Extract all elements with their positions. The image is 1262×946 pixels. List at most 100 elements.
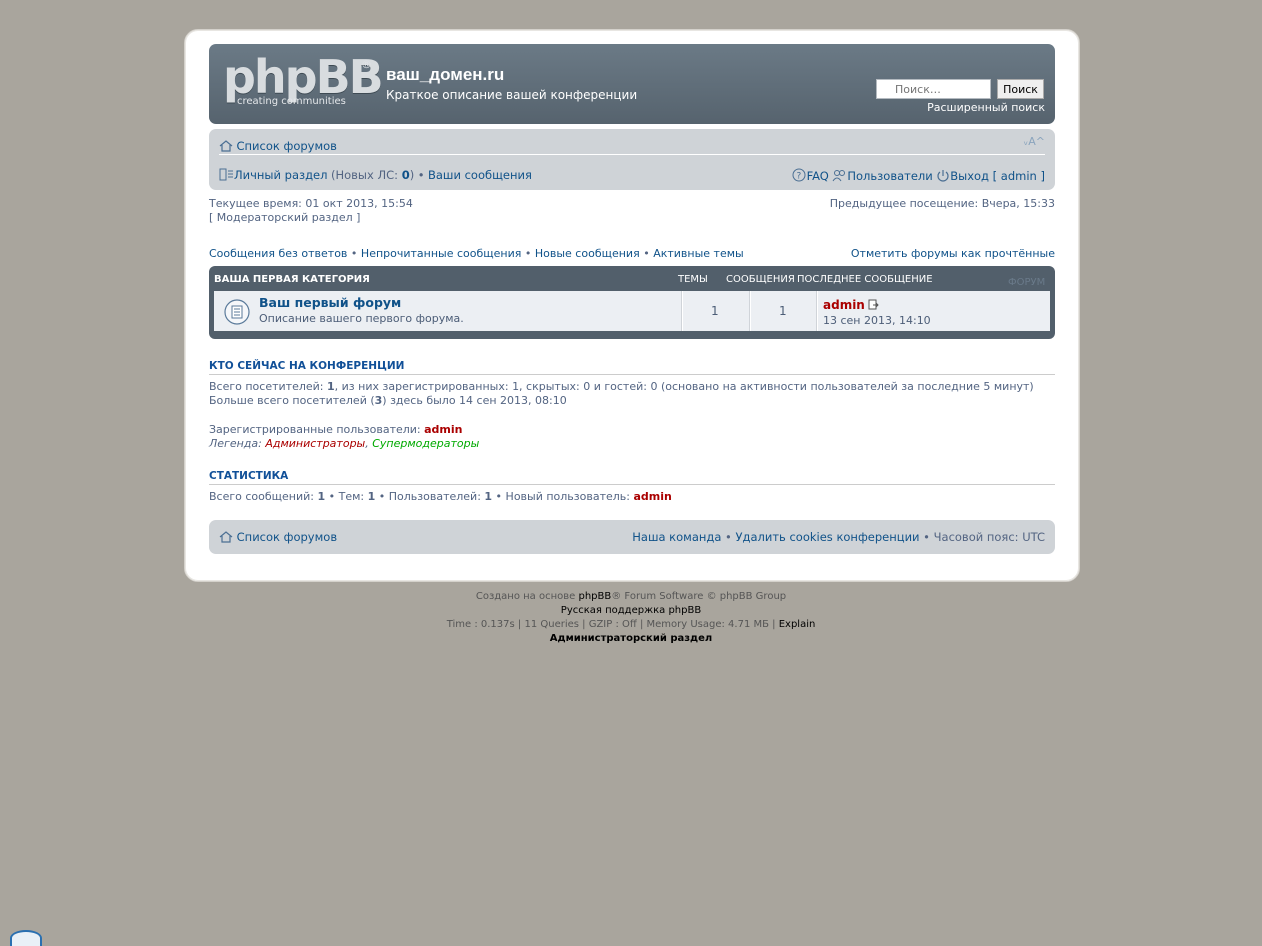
category-title[interactable]: Ваша первая категория <box>214 274 370 285</box>
search-input[interactable] <box>876 79 991 99</box>
online-line1-a: Всего посетителей: <box>209 380 327 393</box>
site-title[interactable]: ваш_домен.ru <box>386 65 504 85</box>
page-wrapper: phpBB ® creating communities ваш_домен.r… <box>184 29 1080 582</box>
unanswered-link[interactable]: Сообщения без ответов <box>209 247 347 260</box>
quick-links: Сообщения без ответов • Непрочитанные со… <box>209 247 1055 261</box>
acp-link[interactable]: Администраторский раздел <box>550 633 712 644</box>
stats-users-label: • Пользователей: <box>375 490 485 503</box>
separator: • <box>919 530 934 544</box>
site-header: phpBB ® creating communities ваш_домен.r… <box>209 44 1055 124</box>
footer-forum-index-link[interactable]: Список форумов <box>237 530 337 544</box>
online-users: Зарегистрированные пользователи: admin Л… <box>209 423 1055 451</box>
column-posts: Сообщения <box>726 274 795 285</box>
active-topics-link[interactable]: Активные темы <box>653 247 744 260</box>
copyright-line1-a: Создано на основе <box>475 591 579 602</box>
navbar-right-links: ? FAQ Пользователи Выход [ admin ] <box>792 168 1045 183</box>
logo-tagline: creating communities <box>237 96 346 107</box>
team-link[interactable]: Наша команда <box>632 530 721 544</box>
last-post-date: 13 сен 2013, 14:10 <box>823 314 931 327</box>
who-is-online-section: Кто сейчас на конференции Всего посетите… <box>209 360 1055 451</box>
debug-info: Time : 0.137s | 11 Queries | GZIP : Off … <box>446 619 779 630</box>
stats-topics-label: • Тем: <box>325 490 368 503</box>
forum-list: Ваша первая категория Темы Сообщения Пос… <box>209 266 1055 339</box>
power-icon <box>937 170 949 182</box>
column-topics: Темы <box>678 274 708 285</box>
mark-forums-read-link[interactable]: Отметить форумы как прочтённые <box>851 247 1055 260</box>
search-button[interactable]: Поиск <box>997 79 1044 99</box>
navbar-row-breadcrumbs: Список форумов ᵥA^ <box>219 135 1045 155</box>
phpbb-logo[interactable]: phpBB ® creating communities <box>223 50 384 111</box>
online-user-admin[interactable]: admin <box>424 423 462 436</box>
font-size-toggle[interactable]: ᵥA^ <box>1024 135 1045 148</box>
separator: • <box>417 168 425 182</box>
legend-supermoderators[interactable]: Супермодераторы <box>372 437 479 450</box>
separator: • <box>721 530 736 544</box>
last-post-author[interactable]: admin <box>823 298 865 312</box>
corner-badge-icon[interactable] <box>10 930 42 946</box>
home-icon <box>219 140 233 152</box>
ucp-link[interactable]: Личный раздел <box>234 168 327 182</box>
stats-newest-label: • Новый пользователь: <box>492 490 634 503</box>
statistics-title: Статистика <box>209 470 1055 485</box>
pm-count[interactable]: 0 <box>402 168 410 182</box>
forum-topics-count: 1 <box>711 304 719 318</box>
explain-link[interactable]: Explain <box>779 619 816 630</box>
statistics-line: Всего сообщений: 1 • Тем: 1 • Пользовате… <box>209 490 1055 504</box>
members-icon <box>832 170 846 182</box>
russian-support-link[interactable]: Русская поддержка phpBB <box>561 605 701 616</box>
footer-right: Наша команда • Удалить cookies конференц… <box>632 530 1045 544</box>
stats-users: 1 <box>484 490 493 503</box>
online-line2-a: Больше всего посетителей ( <box>209 394 375 407</box>
view-latest-post-icon[interactable] <box>868 299 879 310</box>
your-posts-link[interactable]: Ваши сообщения <box>428 168 532 182</box>
online-line1-b: , из них зарегистрированных: 1, скрытых:… <box>334 380 1034 393</box>
legend-administrators[interactable]: Администраторы <box>265 437 365 450</box>
online-stats: Всего посетителей: 1, из них зарегистрир… <box>209 380 1055 408</box>
logo-registered-mark: ® <box>361 58 372 71</box>
home-icon <box>219 531 233 543</box>
stats-posts: 1 <box>317 490 326 503</box>
online-total: 1 <box>327 380 335 393</box>
navbar-row-user: Личный раздел (Новых ЛС: 0) • Ваши сообщ… <box>219 168 1045 184</box>
forum-posts-count: 1 <box>779 304 787 318</box>
timezone-label: Часовой пояс: UTC <box>933 530 1045 544</box>
ghost-forum-label: Форум <box>1008 277 1046 288</box>
pm-suffix: ) <box>409 168 415 182</box>
stats-posts-label: Всего сообщений: <box>209 490 318 503</box>
pm-prefix: (Новых ЛС: <box>330 168 402 182</box>
separator: • <box>350 247 358 260</box>
user-profile-icon <box>219 168 233 181</box>
search-form: Поиск <box>876 79 1044 99</box>
who-is-online-title[interactable]: Кто сейчас на конференции <box>209 360 1055 375</box>
faq-link[interactable]: FAQ <box>807 169 829 183</box>
forum-row[interactable]: Ваш первый форум Описание вашего первого… <box>214 291 1050 331</box>
footer-left: Список форумов <box>219 530 337 544</box>
members-link[interactable]: Пользователи <box>847 169 932 183</box>
phpbb-link[interactable]: phpBB <box>578 591 611 602</box>
site-description: Краткое описание вашей конференции <box>386 88 638 102</box>
forum-list-header: Ваша первая категория Темы Сообщения Пос… <box>214 274 1050 288</box>
column-last-post: Последнее сообщение <box>797 274 933 285</box>
unread-link[interactable]: Непрочитанные сообщения <box>361 247 521 260</box>
forum-read-icon <box>224 299 250 325</box>
online-line2-b: ) здесь было 14 сен 2013, 08:10 <box>382 394 567 407</box>
logout-link[interactable]: Выход [ admin ] <box>950 169 1045 183</box>
footer-navbar: Список форумов Наша команда • Удалить co… <box>209 520 1055 554</box>
separator: • <box>643 247 650 260</box>
svg-text:?: ? <box>796 172 801 182</box>
forum-description: Описание вашего первого форума. <box>259 312 464 325</box>
new-posts-link[interactable]: Новые сообщения <box>535 247 640 260</box>
newest-user-link[interactable]: admin <box>634 490 672 503</box>
registered-label: Зарегистрированные пользователи: <box>209 423 425 436</box>
advanced-search-link[interactable]: Расширенный поиск <box>927 101 1045 114</box>
legend-label: Легенда: <box>209 437 266 450</box>
mcp-link[interactable]: [ Модераторский раздел ] <box>209 211 360 224</box>
navbar: Список форумов ᵥA^ Личный раздел (Новых … <box>209 129 1055 190</box>
delete-cookies-link[interactable]: Удалить cookies конференции <box>736 530 920 544</box>
last-visit: Предыдущее посещение: Вчера, 15:33 <box>829 197 1055 210</box>
breadcrumb-forum-index[interactable]: Список форумов <box>237 139 337 153</box>
forum-title[interactable]: Ваш первый форум <box>259 295 401 310</box>
separator: • <box>524 247 532 260</box>
current-time: Текущее время: 01 окт 2013, 15:54 <box>209 197 413 210</box>
copyright: Создано на основе phpBB® Forum Software … <box>0 590 1262 646</box>
